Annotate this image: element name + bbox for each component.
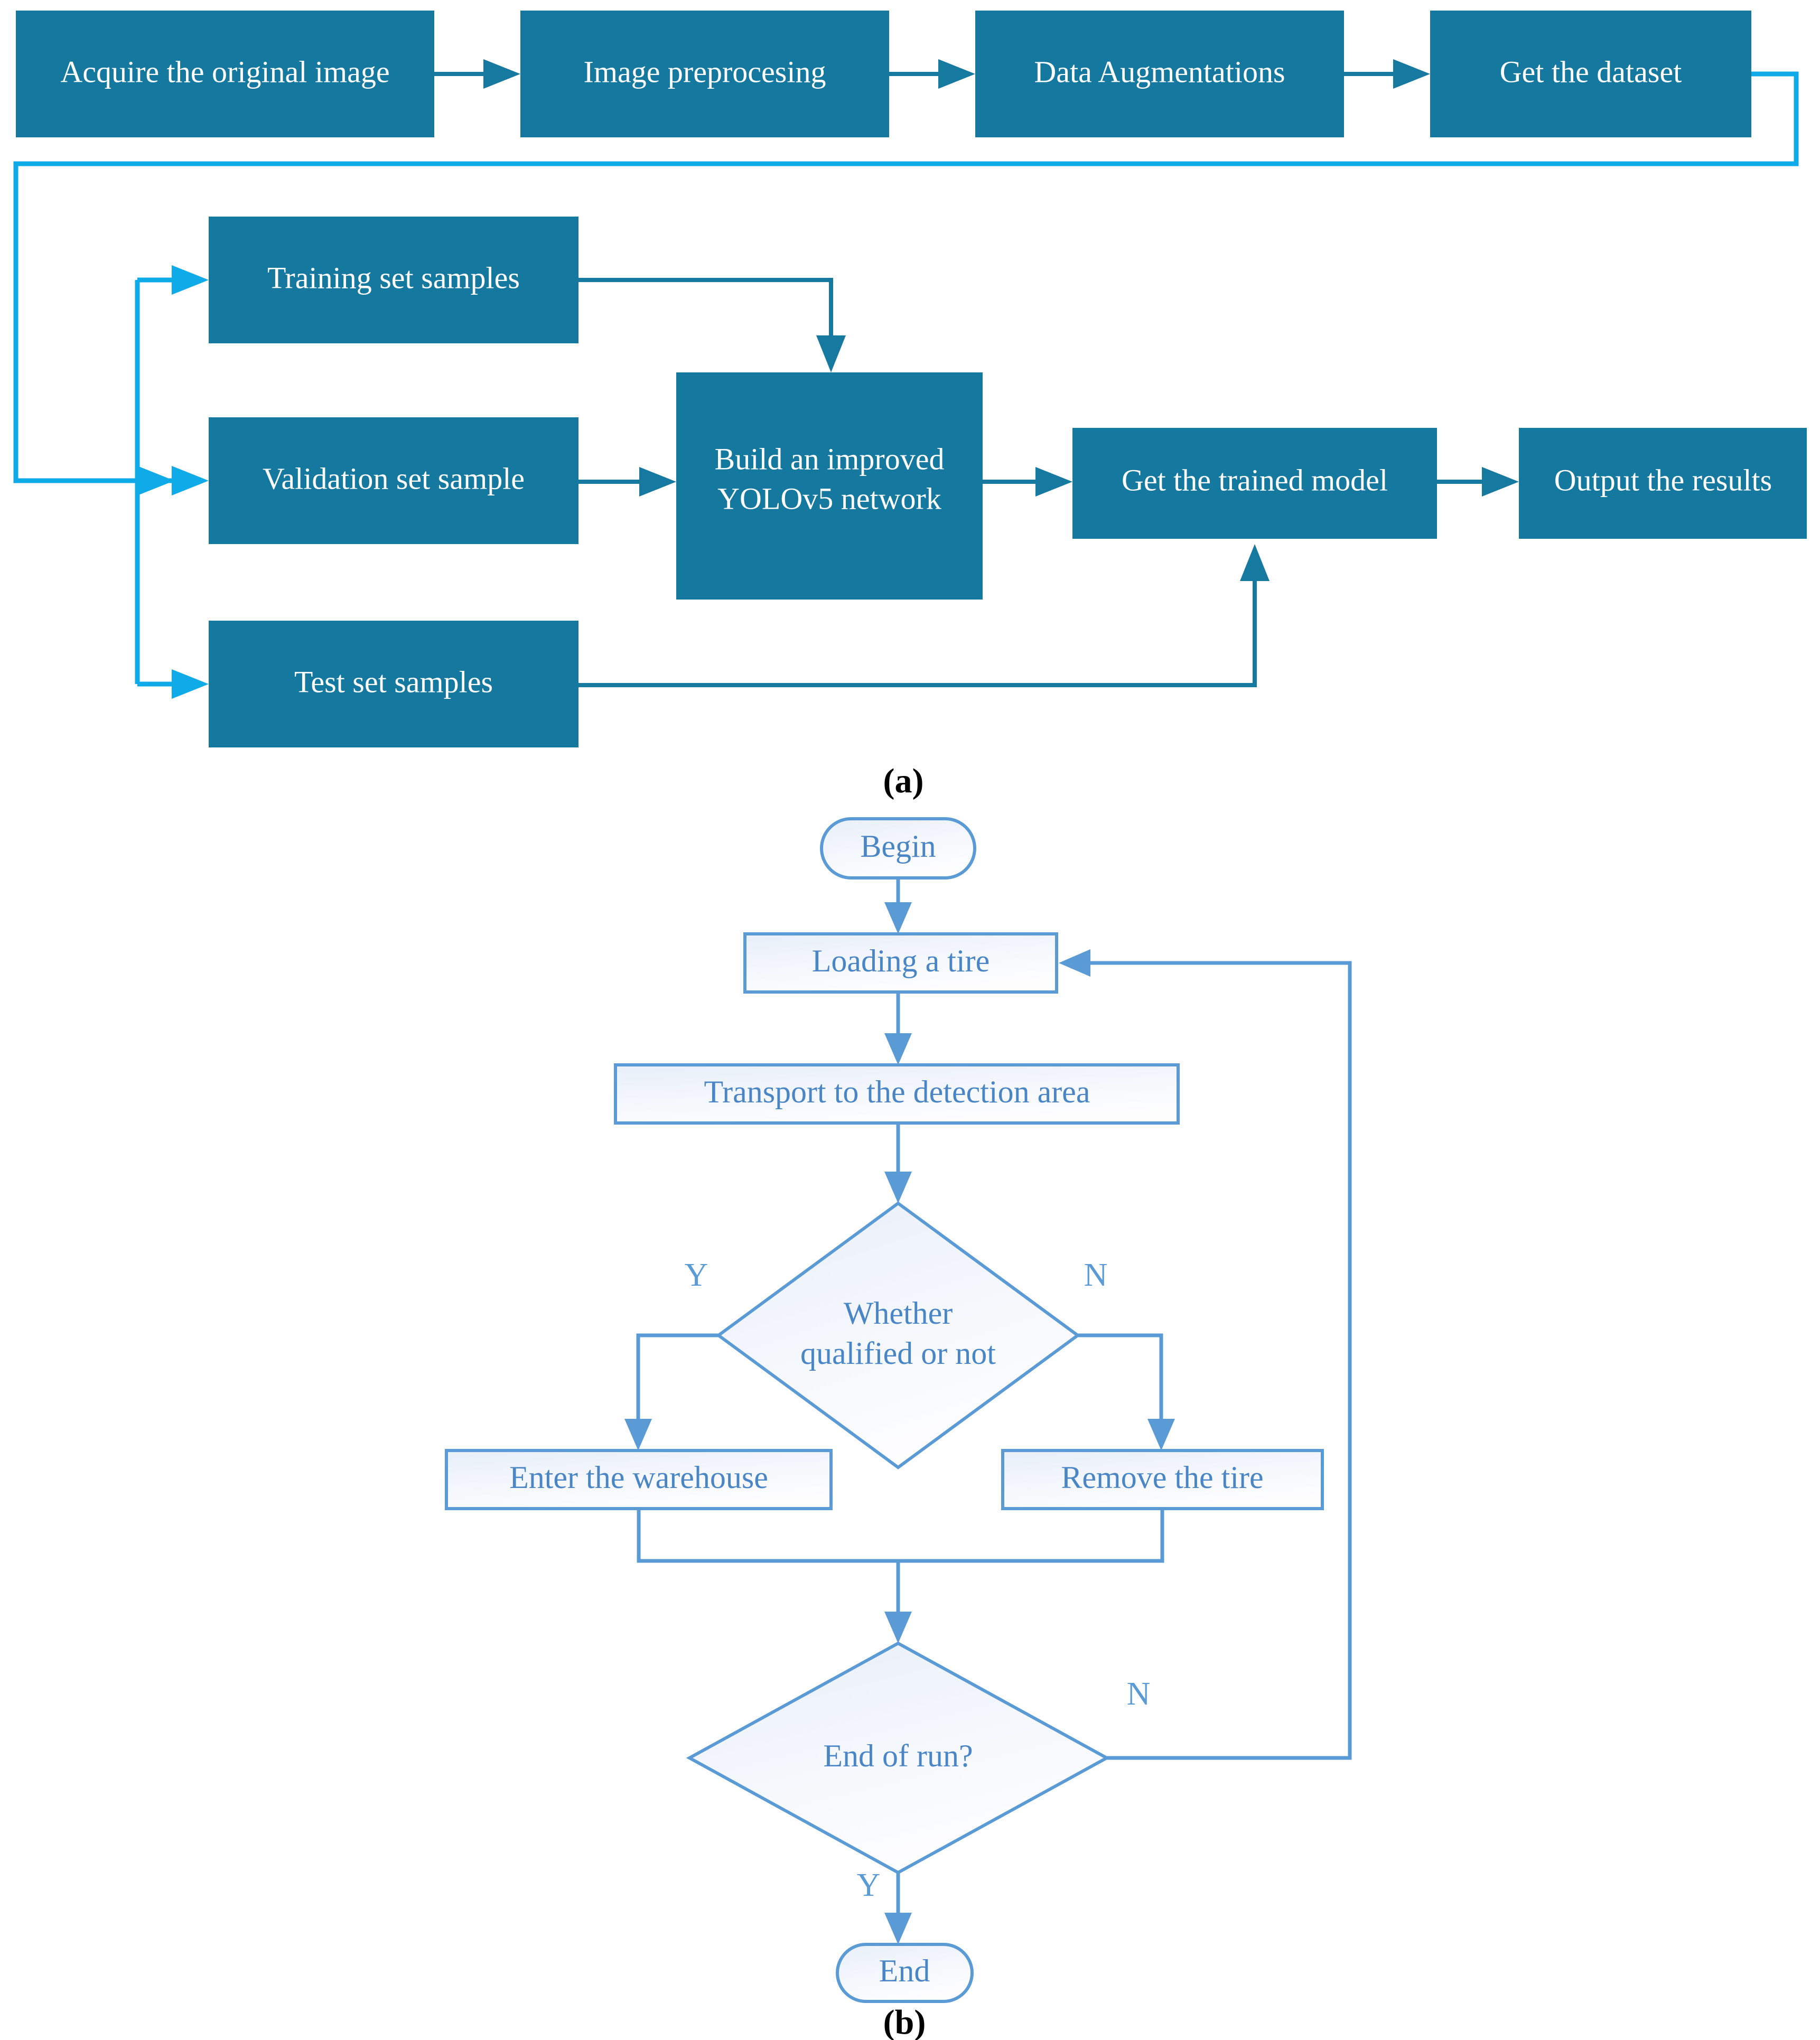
box-data-augmentations: Data Augmentations <box>975 11 1344 137</box>
node-label-line1: Whether <box>844 1296 953 1331</box>
node-loading-a-tire: Loading a tire <box>743 932 1058 994</box>
branch-label-qualified-yes: Y <box>685 1257 708 1293</box>
box-build-improved-yolov5-network: Build an improved YOLOv5 network <box>676 372 983 600</box>
box-get-the-dataset: Get the dataset <box>1430 11 1751 137</box>
branch-label-endrun-yes: Y <box>857 1867 881 1903</box>
box-label-line1: Build an improved <box>715 442 945 476</box>
diagram-root: Acquire the original image Image preproc… <box>0 0 1820 2040</box>
node-remove-the-tire: Remove the tire <box>1001 1449 1324 1510</box>
box-output-the-results: Output the results <box>1519 428 1807 539</box>
box-label: Data Augmentations <box>1034 54 1285 89</box>
box-label: Output the results <box>1554 463 1772 497</box>
edge-qualified-yes: Y <box>624 1257 718 1451</box>
box-get-the-trained-model: Get the trained model <box>1072 428 1437 539</box>
node-begin: Begin <box>820 817 976 879</box>
branch-label-qualified-no: N <box>1084 1257 1108 1293</box>
box-label: Acquire the original image <box>60 54 389 89</box>
box-validation-set-sample: Validation set sample <box>209 417 578 544</box>
box-acquire-the-original-image: Acquire the original image <box>16 11 434 137</box>
node-label: Transport to the detection area <box>704 1074 1090 1109</box>
edge-endrun-yes: Y <box>857 1867 912 1944</box>
panel-b-label: (b) <box>883 2003 926 2040</box>
node-label-line2: qualified or not <box>800 1336 996 1371</box>
box-image-preprocessing: Image preprocesing <box>520 11 889 137</box>
edge-loading-to-transport <box>884 992 912 1065</box>
flowchart-canvas: Acquire the original image Image preproc… <box>13 11 1807 2040</box>
branch-label-endrun-no: N <box>1127 1676 1151 1712</box>
node-label: Enter the warehouse <box>509 1460 768 1495</box>
edge-merge-to-endrun <box>637 1509 1164 1643</box>
node-label: End of run? <box>823 1738 973 1773</box>
box-training-set-samples: Training set samples <box>209 217 578 343</box>
box-label: Validation set sample <box>263 461 525 495</box>
box-label: Image preprocesing <box>584 54 826 89</box>
node-end: End <box>836 1943 974 2003</box>
panel-a-label: (a) <box>883 762 924 800</box>
box-label: Get the dataset <box>1500 54 1682 89</box>
box-test-set-samples: Test set samples <box>209 621 578 747</box>
node-label: Remove the tire <box>1061 1460 1263 1495</box>
box-label: Get the trained model <box>1122 463 1388 497</box>
node-label: Begin <box>860 829 936 864</box>
box-label: Training set samples <box>267 260 520 295</box>
edge-qualified-no: N <box>1078 1257 1175 1451</box>
edge-transport-to-qualified <box>884 1123 912 1203</box>
node-enter-the-warehouse: Enter the warehouse <box>445 1449 833 1510</box>
box-label: Test set samples <box>294 665 493 699</box>
node-transport-to-detection-area: Transport to the detection area <box>614 1063 1180 1125</box>
edge-begin-to-loading <box>884 878 912 934</box>
node-label: End <box>879 1953 930 1988</box>
node-end-of-run: End of run? <box>686 1641 1110 1875</box>
node-label: Loading a tire <box>812 943 990 978</box>
box-label-line2: YOLOv5 network <box>717 481 941 516</box>
node-whether-qualified-or-not: Whether qualified or not <box>715 1201 1081 1470</box>
